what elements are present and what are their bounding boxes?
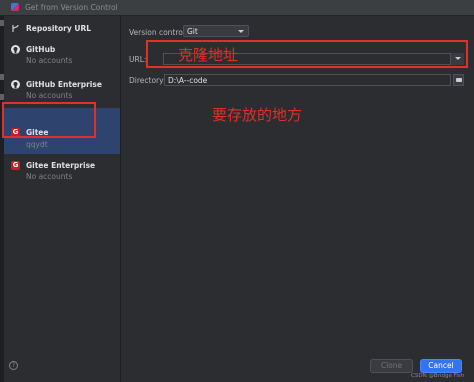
chevron-down-icon: [238, 30, 244, 33]
intellij-app-icon: [11, 3, 19, 11]
github-icon: [11, 45, 20, 54]
directory-input[interactable]: D:\A--code: [164, 74, 451, 86]
sidebar-item-account: qqydt: [26, 140, 48, 149]
version-control-label: Version control:: [129, 28, 188, 37]
help-icon[interactable]: ?: [9, 361, 18, 370]
vcs-branch-icon: [11, 24, 20, 33]
source-sidebar: Repository URL GitHub No accounts GitHub…: [4, 16, 121, 382]
sidebar-item-github-enterprise[interactable]: GitHub Enterprise No accounts: [4, 76, 120, 102]
sidebar-item-github[interactable]: GitHub No accounts: [4, 41, 120, 67]
sidebar-item-label: GitHub Enterprise: [26, 80, 102, 89]
clone-button[interactable]: Clone: [370, 359, 413, 373]
url-annotation-text: 克隆地址: [178, 46, 239, 64]
github-icon: [11, 80, 20, 89]
version-control-value: Git: [187, 27, 198, 36]
directory-value: D:\A--code: [168, 76, 208, 85]
gitee-icon: G: [11, 161, 20, 170]
directory-label: Directory:: [129, 76, 166, 85]
sidebar-item-status: No accounts: [26, 91, 73, 100]
window-title: Get from Version Control: [25, 3, 118, 12]
sidebar-item-status: No accounts: [26, 172, 73, 181]
title-bar: Get from Version Control: [0, 0, 474, 16]
sidebar-item-label: GitHub: [26, 45, 56, 54]
watermark: CSDN @Bridge Fish: [411, 373, 465, 379]
sidebar-item-label: Repository URL: [26, 24, 91, 33]
sidebar-item-repository-url[interactable]: Repository URL: [4, 18, 120, 38]
url-label: URL:: [129, 55, 147, 64]
gitee-annotation-box: [2, 102, 96, 138]
browse-directory-button[interactable]: [453, 74, 464, 86]
sidebar-item-status: No accounts: [26, 56, 73, 65]
sidebar-item-label: Gitee Enterprise: [26, 161, 96, 170]
sidebar-item-gitee-enterprise[interactable]: G Gitee Enterprise No accounts: [4, 155, 120, 181]
directory-annotation-text: 要存放的地方: [212, 106, 303, 124]
version-control-select[interactable]: Git: [183, 25, 249, 37]
cancel-button[interactable]: Cancel: [420, 359, 462, 373]
folder-icon: [456, 78, 462, 82]
